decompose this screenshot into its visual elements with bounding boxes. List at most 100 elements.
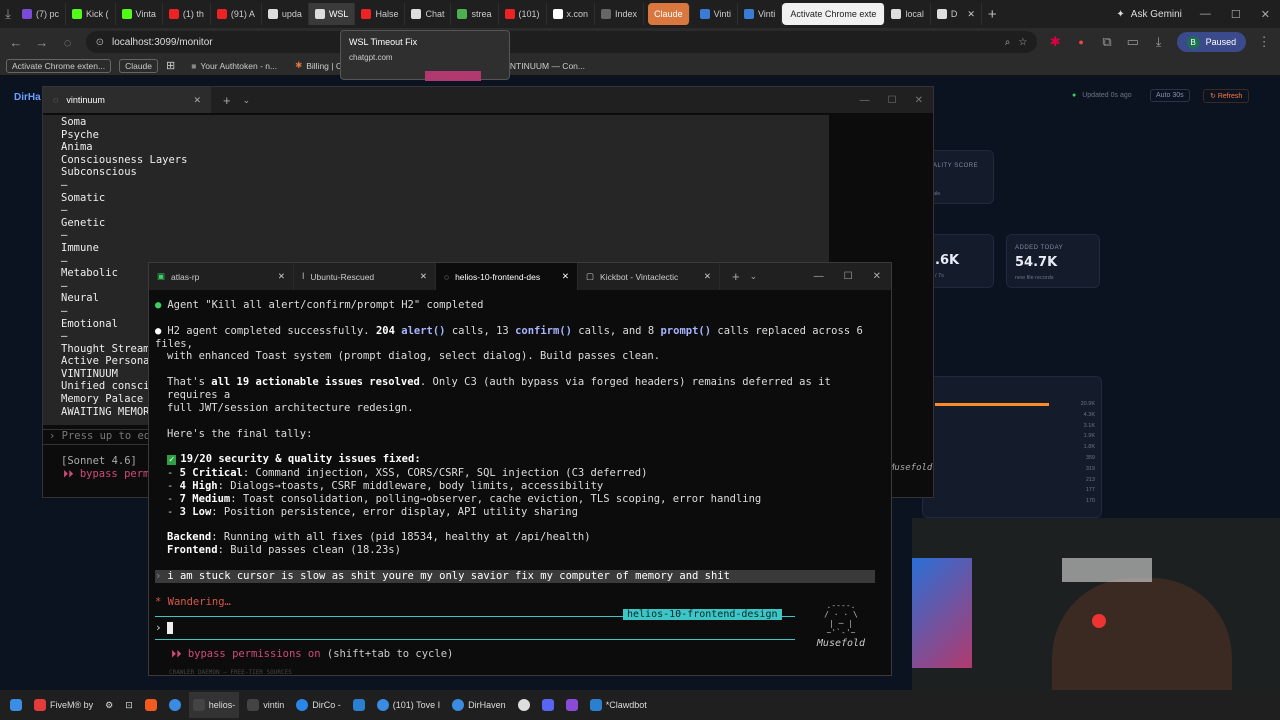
vscode-icon[interactable] (349, 692, 369, 718)
extension-red-icon[interactable]: ✱ (1047, 34, 1063, 50)
new-tab-button[interactable]: + (732, 269, 740, 284)
maximize-icon[interactable]: ☐ (888, 95, 897, 106)
taskbar-fivem[interactable]: FiveM® by (30, 692, 97, 718)
tab-kickbot[interactable]: ▢ Kickbot - Vintaclectic ✕ (578, 263, 720, 290)
chrome-icon[interactable] (165, 692, 185, 718)
extension-puzzle-icon[interactable]: ⧉ (1099, 34, 1115, 50)
forward-icon[interactable]: → (34, 35, 50, 50)
close-tab-icon[interactable]: ✕ (193, 95, 201, 106)
chrome-tab[interactable]: Halse (355, 3, 406, 25)
gamepad-icon[interactable]: ⊡ (121, 692, 137, 718)
musefold-art: .----. / · · \ | ─ | ~'`-'~ Musefold (811, 601, 871, 649)
bookmark-activate-chrome[interactable]: Activate Chrome exten... (6, 58, 112, 73)
webcam-monitor-glow (912, 558, 972, 668)
chrome-tab[interactable]: WSL (308, 3, 356, 25)
close-icon[interactable]: ✕ (915, 95, 923, 106)
bookmark-vintinuum[interactable]: VINTINUUM — Con... (502, 61, 585, 71)
tab-helios[interactable]: ◌ helios-10-frontend-des ✕ (436, 263, 578, 290)
backend-line: Backend: Running with all fixes (pid 185… (155, 531, 885, 544)
taskbar-vintin[interactable]: vintin (243, 692, 288, 718)
close-tab-icon[interactable]: ✕ (704, 271, 711, 282)
chrome-tab-label: Vinta (135, 9, 156, 19)
chrome-tab[interactable]: Activate Chrome exte (782, 3, 886, 25)
chrome-tab[interactable]: Kick ( (66, 3, 116, 25)
chrome-tab[interactable]: Vinta (116, 3, 163, 25)
prompt-input[interactable]: helios-10-frontend-design › (155, 609, 795, 640)
profile-button[interactable]: B Paused (1176, 32, 1247, 52)
musefold-art-glyph: .----. / · · \ | ─ | ~'`-'~ (824, 601, 858, 637)
taskbar-helios[interactable]: helios- (188, 692, 240, 718)
loading-icon[interactable]: ◌ (60, 35, 76, 50)
chrome-tab[interactable]: Vinti (694, 3, 738, 25)
minimize-icon[interactable]: — (814, 271, 824, 282)
axis-value: 20.9K (1080, 401, 1095, 407)
backend-label: Backend (167, 531, 212, 544)
new-tab-button[interactable]: + (223, 93, 231, 108)
tally-row-medium: - 7 Medium: Toast consolidation, polling… (167, 492, 762, 505)
chrome-tab[interactable]: D ✕ (931, 3, 982, 25)
tally-label-critical: 5 Critical (179, 467, 243, 480)
chrome-tab[interactable]: Index (595, 3, 645, 25)
chevron-down-icon[interactable]: ⌄ (750, 271, 758, 282)
maximize-icon[interactable]: ☐ (1231, 8, 1241, 21)
settings-icon[interactable]: ⚙ (101, 692, 117, 718)
chrome-tab[interactable]: strea (451, 3, 499, 25)
zoom-search-icon[interactable]: ⌕ (1005, 37, 1011, 48)
chevron-down-icon[interactable]: ⌄ (243, 95, 251, 106)
apps-grid-icon[interactable]: ⊞ (166, 59, 175, 72)
discord-icon[interactable] (538, 692, 558, 718)
tab-atlas-rp[interactable]: ▣ atlas-rp ✕ (149, 263, 294, 290)
tab-vintinuum[interactable]: ◌ vintinuum ✕ (43, 87, 211, 113)
new-tab-button[interactable]: + (988, 6, 997, 23)
close-tab-icon[interactable]: ✕ (562, 271, 569, 282)
downloads-icon[interactable]: ⤓ (1151, 34, 1167, 50)
chrome-tab[interactable]: x.con (547, 3, 596, 25)
chrome-menu-icon[interactable]: ⋮ (1256, 34, 1272, 50)
chrome-download-icon[interactable]: ⤓ (0, 6, 16, 22)
taskbar-dirhaven[interactable]: DirHaven (448, 692, 510, 718)
refresh-button[interactable]: ↻ Refresh (1203, 89, 1250, 103)
tab-favicon-icon (314, 9, 325, 19)
chrome-tab[interactable]: (7) pc (16, 3, 67, 25)
chrome-tab[interactable]: (1) th (163, 3, 211, 25)
chrome-tab[interactable]: (101) (499, 3, 547, 25)
bookmark-star-icon[interactable]: ☆ (1018, 37, 1027, 48)
minimize-icon[interactable]: — (860, 95, 870, 106)
close-tab-icon[interactable]: ✕ (420, 271, 427, 282)
chrome-icon (376, 699, 389, 711)
axis-value: 1.8K (1083, 444, 1095, 451)
close-icon[interactable]: ✕ (1261, 8, 1270, 21)
maximize-icon[interactable]: ☐ (844, 271, 853, 282)
chrome-tab[interactable]: local (885, 3, 931, 25)
brave-icon[interactable] (141, 692, 161, 718)
tab-ubuntu-rescued[interactable]: ⅼ Ubuntu-Rescued ✕ (294, 263, 436, 290)
minimize-icon[interactable]: — (1200, 8, 1211, 20)
taskbar-clawdbot[interactable]: *Clawdbot (586, 692, 651, 718)
chrome-tab[interactable]: Vinti (738, 3, 783, 25)
site-info-icon[interactable]: ⊙ (96, 37, 104, 48)
sidebar-icon[interactable]: ▭ (1125, 34, 1141, 50)
github-icon[interactable] (514, 692, 534, 718)
address-bar[interactable]: ⊙ localhost:3099/monitor ⌕ ☆ (85, 31, 1038, 53)
start-icon[interactable] (6, 692, 26, 718)
chrome-tab[interactable]: (91) A (211, 3, 262, 25)
tab-hover-card: WSL Timeout Fix chatgpt.com (340, 30, 510, 81)
chrome-tab[interactable]: Claude (648, 3, 690, 25)
ask-gemini-button[interactable]: ✦ Ask Gemini (1116, 9, 1182, 20)
close-tab-icon[interactable]: ✕ (967, 9, 975, 20)
chrome-tab[interactable]: Chat (405, 3, 452, 25)
back-icon[interactable]: ← (8, 35, 24, 50)
stat-rate-value: .6K (935, 253, 960, 268)
bookmark-billing[interactable]: ✱ Billing | Cl (295, 60, 344, 71)
extension-recorder-icon[interactable]: ● (1073, 37, 1089, 47)
taskbar-dirco[interactable]: DirCo - (292, 692, 345, 718)
auto-refresh-toggle[interactable]: Auto 30s (1150, 89, 1190, 102)
close-icon[interactable]: ✕ (873, 271, 881, 282)
bookmark-authtoken[interactable]: ■ Your Authtoken - n... (191, 61, 277, 71)
chrome-tab[interactable]: upda (262, 3, 309, 25)
taskbar-youtube[interactable]: (101) Tove I (373, 692, 444, 718)
bookmark-claude[interactable]: Claude (119, 58, 159, 73)
close-tab-icon[interactable]: ✕ (278, 271, 285, 282)
vs-icon[interactable] (562, 692, 582, 718)
added-today-label: ADDED TODAY (1015, 245, 1064, 251)
